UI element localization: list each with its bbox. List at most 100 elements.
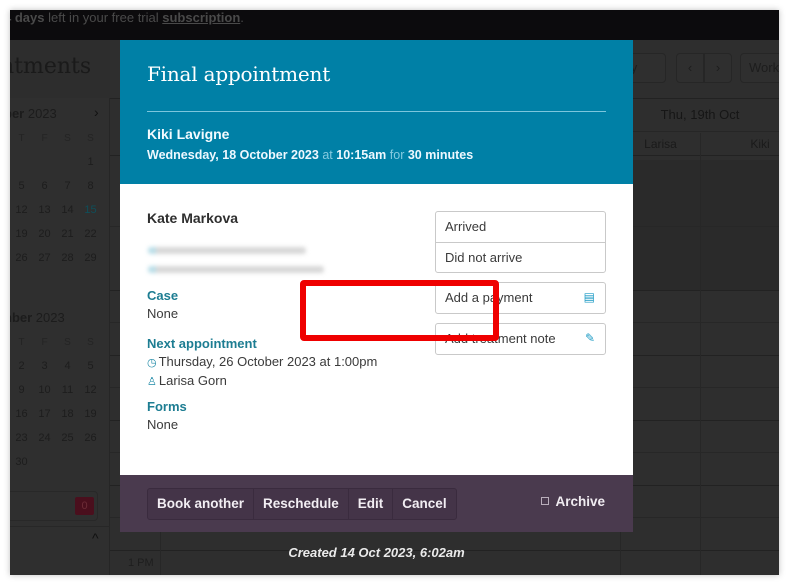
- day-cell[interactable]: 10: [33, 384, 56, 396]
- book-another-button[interactable]: Book another: [148, 489, 255, 519]
- day-cell[interactable]: 25: [56, 432, 79, 444]
- day-cell[interactable]: 6: [33, 180, 56, 192]
- chevron-left-icon: ‹: [687, 60, 693, 75]
- appointment-date: Wednesday, 18 October 2023: [147, 148, 319, 162]
- staff-header: Kiki: [700, 133, 779, 155]
- phone-redacted: [148, 247, 306, 254]
- day-cell[interactable]: 27: [33, 252, 56, 264]
- trial-days: 4 days: [10, 10, 45, 25]
- day-cell[interactable]: 19: [10, 228, 33, 240]
- day-cell[interactable]: 4: [56, 360, 79, 372]
- day-cell[interactable]: 5: [10, 180, 33, 192]
- weekday-label: T: [18, 132, 25, 144]
- modal-footer: Book another Reschedule Edit Cancel Arch…: [120, 475, 633, 532]
- mini-calendar-month: nber: [10, 310, 33, 325]
- header-divider: [147, 111, 606, 112]
- weekday-label: S: [64, 336, 71, 348]
- day-cell[interactable]: 20: [33, 228, 56, 240]
- day-cell[interactable]: 19: [79, 408, 102, 420]
- day-cell[interactable]: 15: [79, 204, 102, 216]
- chevron-right-icon[interactable]: ›: [94, 104, 99, 120]
- reschedule-button[interactable]: Reschedule: [254, 489, 349, 519]
- day-cell[interactable]: 29: [79, 252, 102, 264]
- patient-name[interactable]: Kate Markova: [147, 210, 238, 226]
- subscription-link[interactable]: subscription: [162, 10, 240, 25]
- count-badge: 0: [75, 497, 94, 515]
- week-row: 16 17 18 19: [10, 402, 110, 426]
- day-cell[interactable]: 9: [10, 384, 33, 396]
- for-label: for: [389, 148, 405, 162]
- day-cell[interactable]: 26: [79, 432, 102, 444]
- sidebar-filter-row[interactable]: 0: [10, 491, 98, 521]
- week-row: 2345: [10, 354, 110, 378]
- next-appointment-practitioner: ♙ Larisa Gorn: [147, 373, 227, 388]
- case-label: Case: [147, 288, 179, 303]
- day-cell[interactable]: 1: [79, 156, 102, 168]
- practitioner-name: Kiki Lavigne: [147, 126, 230, 142]
- day-header: Thu, 19th Oct: [620, 98, 779, 132]
- day-cell[interactable]: 11: [56, 384, 79, 396]
- day-cell[interactable]: 16: [10, 408, 33, 420]
- next-appointment-datetime[interactable]: ◷ Thursday, 26 October 2023 at 1:00pm: [147, 354, 377, 369]
- sidebar-collapse-row[interactable]: ^: [10, 526, 110, 556]
- mini-calendar-title: nber 2023: [10, 310, 65, 325]
- clock-icon: ◷: [147, 357, 157, 369]
- day-cell[interactable]: 13: [33, 204, 56, 216]
- case-value: None: [147, 306, 179, 321]
- day-cell[interactable]: 30: [10, 456, 33, 468]
- chevron-up-icon[interactable]: ^: [92, 530, 99, 546]
- day-cell[interactable]: 12: [10, 204, 33, 216]
- prev-button[interactable]: ‹: [676, 53, 704, 83]
- view-select[interactable]: Work: [740, 53, 779, 83]
- next-button[interactable]: ›: [704, 53, 732, 83]
- mini-calendar-grid: T F S S 2 3 4 5 9 10 11 12 16 17 18 19 23 24 25 26 30: [10, 330, 110, 474]
- arrival-button-group: Arrived Did not arrive: [435, 211, 606, 273]
- mini-calendar-grid: T F S S 1 5 6 7 8 12 13 14 15 19 20 21 22 26 27 28 29: [10, 126, 110, 270]
- day-cell[interactable]: 23: [10, 432, 33, 444]
- day-cell[interactable]: 26: [10, 252, 33, 264]
- day-cell[interactable]: 21: [56, 228, 79, 240]
- day-cell[interactable]: 24: [33, 432, 56, 444]
- next-appointment-label: Next appointment: [147, 336, 257, 351]
- mini-calendar-panel: ber 2023 › TFSS1567812131415192021222627…: [10, 98, 110, 575]
- day-cell[interactable]: 5: [79, 360, 102, 372]
- day-cell[interactable]: 2: [10, 360, 33, 372]
- day-cell[interactable]: 8: [79, 180, 102, 192]
- forms-value: None: [147, 417, 179, 432]
- week-row: 19 20 21 22: [10, 222, 110, 246]
- week-row: 5678: [10, 174, 110, 198]
- created-timestamp: Created 14 Oct 2023, 6:02am: [288, 545, 465, 560]
- day-cell[interactable]: 12: [79, 384, 102, 396]
- did-not-arrive-button[interactable]: Did not arrive: [436, 242, 605, 272]
- archive-button[interactable]: Archive: [541, 494, 605, 509]
- email-redacted: [148, 266, 324, 273]
- arrived-button[interactable]: Arrived: [436, 212, 605, 242]
- appointment-datetime: Wednesday, 18 October 2023 at 10:15am fo…: [147, 148, 473, 162]
- weekday-label: S: [64, 132, 71, 144]
- weekday-label: S: [87, 132, 94, 144]
- grid-vline: [700, 133, 701, 575]
- day-cell[interactable]: 17: [33, 408, 56, 420]
- mini-calendar-title: ber 2023: [10, 106, 57, 121]
- edit-button[interactable]: Edit: [349, 489, 394, 519]
- week-row: 26 27 28 29: [10, 246, 110, 270]
- day-cell[interactable]: 22: [79, 228, 102, 240]
- weekday-label: F: [41, 132, 48, 144]
- page-title: ntments: [10, 54, 92, 79]
- day-cell[interactable]: 7: [56, 180, 79, 192]
- chevron-right-icon: ›: [715, 60, 721, 75]
- week-row: 30: [10, 450, 110, 474]
- modal-title: Final appointment: [147, 62, 331, 86]
- day-cell[interactable]: 3: [33, 360, 56, 372]
- day-cell[interactable]: 14: [56, 204, 79, 216]
- day-cell[interactable]: 18: [56, 408, 79, 420]
- weekday-label: S: [87, 336, 94, 348]
- weekday-label: F: [41, 336, 48, 348]
- archive-icon: [541, 497, 550, 505]
- day-cell[interactable]: 28: [56, 252, 79, 264]
- trial-banner: 4 days left in your free trial subscript…: [10, 10, 779, 40]
- mini-calendar-year: 2023: [32, 310, 65, 325]
- cancel-button[interactable]: Cancel: [393, 489, 455, 519]
- week-row: 23 24 25 26: [10, 426, 110, 450]
- appointment-time: 10:15am: [336, 148, 387, 162]
